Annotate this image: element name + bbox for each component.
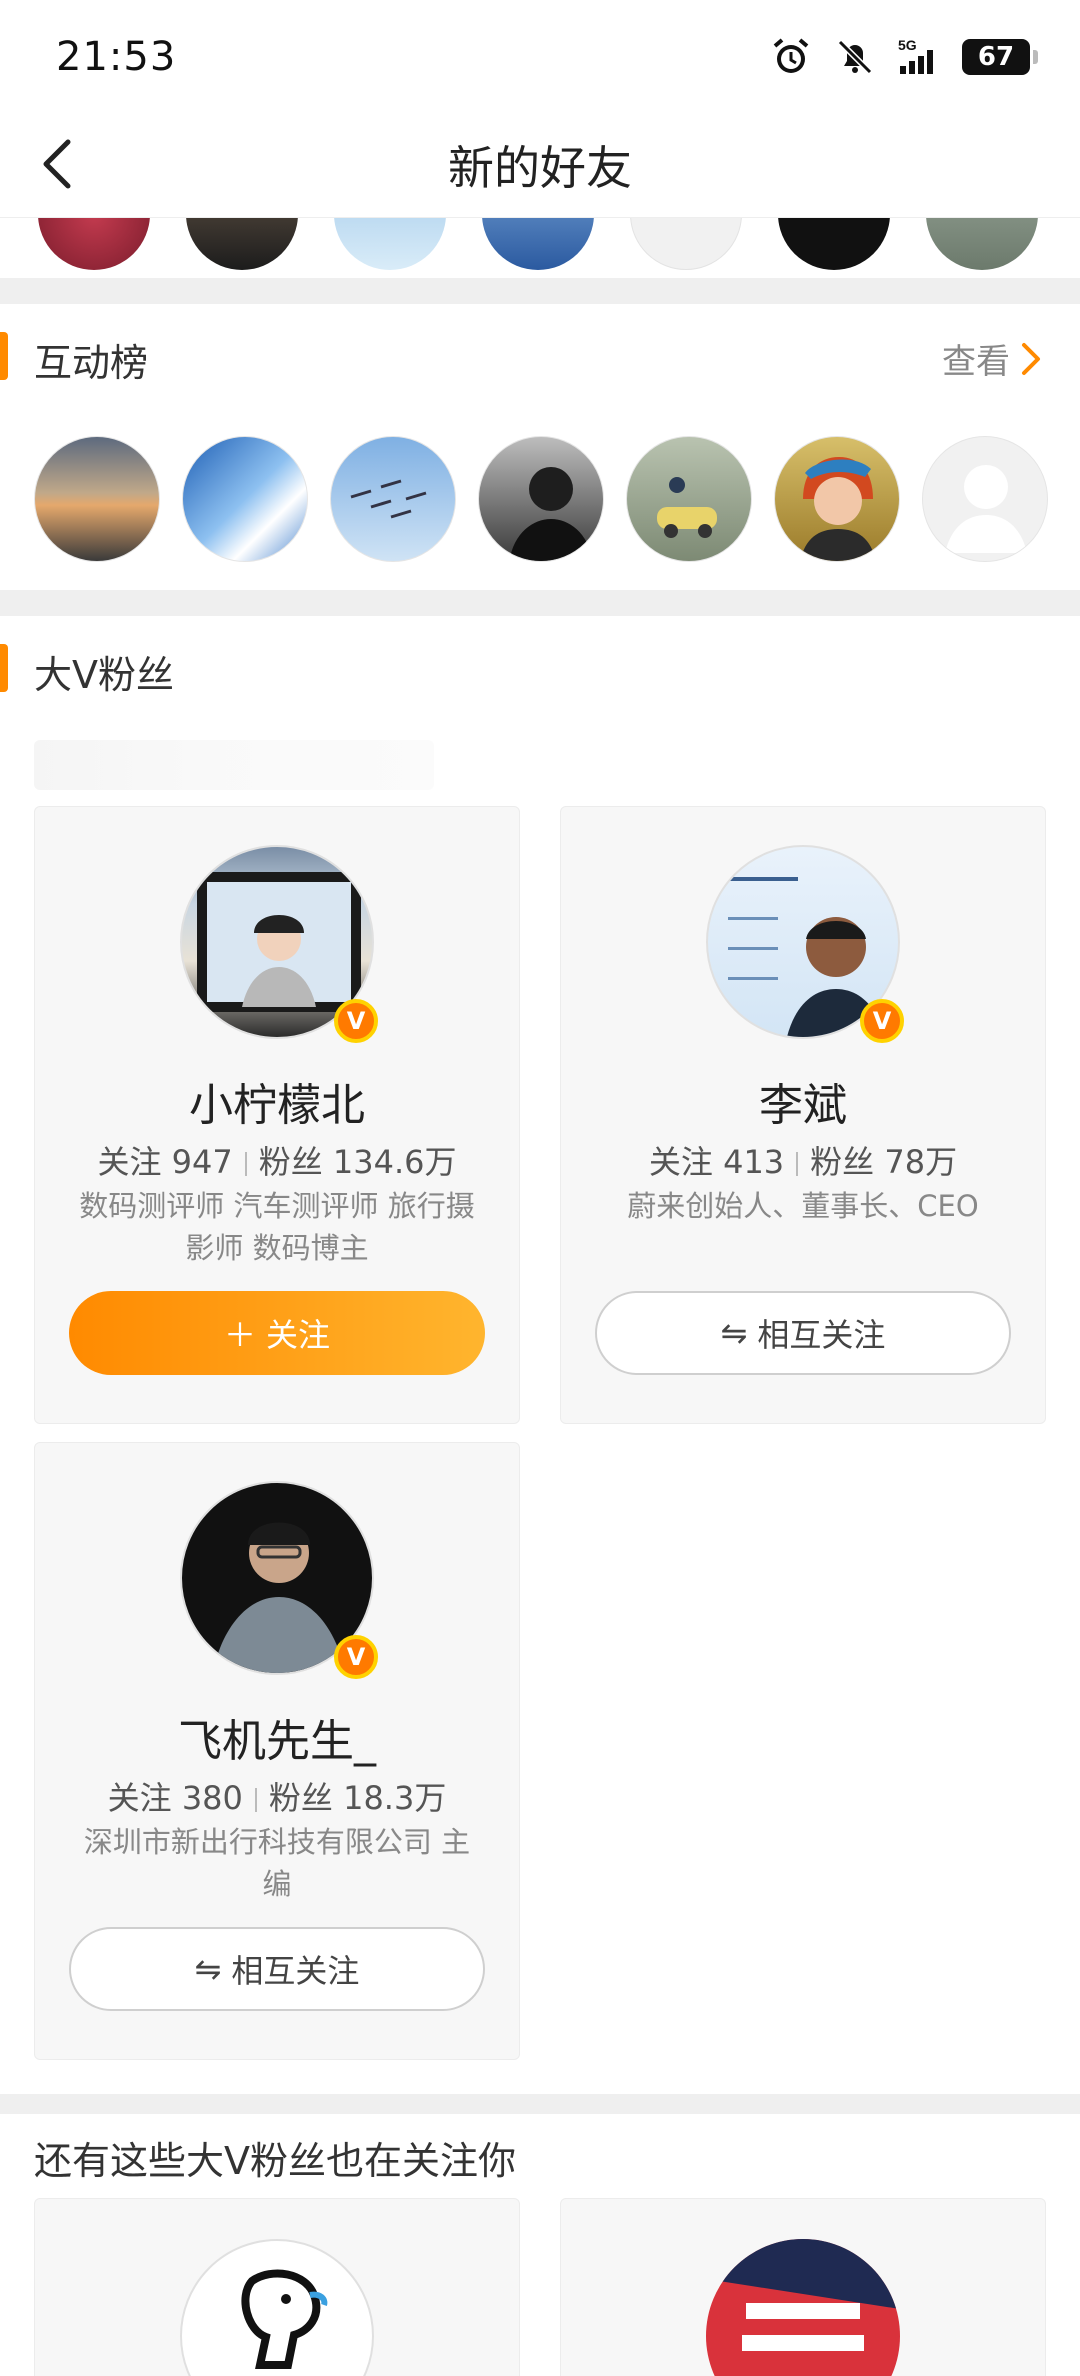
user-description: 深圳市新出行科技有限公司 主编 — [83, 1825, 471, 1901]
follow-count: 关注 413 — [648, 1143, 785, 1181]
mutual-follow-button[interactable]: ⇋ 相互关注 — [595, 1291, 1011, 1375]
avatar[interactable] — [180, 2239, 374, 2376]
stats-separator — [244, 1152, 247, 1176]
swap-arrows-icon: ⇋ — [194, 1950, 222, 1988]
interaction-ranking-avatars — [0, 436, 1080, 564]
cartoon-character — [800, 457, 876, 561]
user-name[interactable]: 李斌 — [561, 1069, 1045, 1133]
avatar[interactable] — [34, 436, 160, 562]
user-stats: 关注 413 粉丝 78万 — [561, 1137, 1045, 1183]
user-stats: 关注 380 粉丝 18.3万 — [35, 1773, 519, 1819]
default-user-icon — [945, 465, 1027, 553]
status-time: 21:53 — [56, 34, 177, 80]
more-fans-title: 还有这些大V粉丝也在关注你 — [34, 2139, 516, 2183]
user-description: 数码测评师 汽车测评师 旅行摄影师 数码博主 — [79, 1189, 475, 1265]
fan-card[interactable]: V 飞机先生_ 关注 380 粉丝 18.3万 深圳市新出行科技有限公司 主编 ⇋… — [34, 1442, 520, 2060]
section-divider — [0, 2094, 1080, 2114]
fan-card[interactable]: V 小柠檬北 关注 947 粉丝 134.6万 数码测评师 汽车测评师 旅行摄影师… — [34, 806, 520, 1424]
user-name[interactable]: 小柠檬北 — [35, 1069, 519, 1133]
avatar-wrapper: V — [180, 1481, 378, 1679]
mute-bell-icon — [837, 39, 873, 75]
follow-count: 关注 947 — [97, 1143, 233, 1181]
dog-logo-icon — [241, 2269, 328, 2369]
avatar[interactable] — [478, 436, 604, 562]
avatar[interactable] — [630, 218, 742, 270]
kicks-vision-logo-icon — [706, 2239, 900, 2351]
section-accent-bar — [0, 332, 8, 380]
section-accent-bar — [0, 644, 8, 692]
blurred-text — [34, 740, 434, 790]
fan-card[interactable] — [560, 2198, 1046, 2376]
section-title: 互动榜 — [34, 341, 149, 385]
fan-card[interactable]: V 李斌 关注 413 粉丝 78万 蔚来创始人、董事长、CEO ⇋ 相互关注 — [560, 806, 1046, 1424]
verified-v-badge: V — [334, 1635, 378, 1679]
car-illustration — [657, 477, 717, 538]
user-description: 蔚来创始人、董事长、CEO — [627, 1189, 979, 1223]
stats-separator — [254, 1788, 257, 1812]
section-divider — [0, 590, 1080, 616]
avatar-wrapper: V — [706, 845, 904, 1043]
section-title: 大V粉丝 — [34, 653, 174, 697]
see-more-label: 查看 — [942, 342, 1010, 382]
status-icons: 5G 67 — [770, 36, 1038, 78]
svg-text:5G: 5G — [898, 37, 917, 53]
verified-v-badge: V — [334, 999, 378, 1043]
avatar[interactable] — [774, 436, 900, 562]
nav-bar: 新的好友 — [0, 110, 1080, 218]
signal-5g-icon: 5G — [898, 37, 933, 74]
battery-icon: 67 — [962, 39, 1038, 75]
fans-count: 粉丝 134.6万 — [258, 1143, 457, 1181]
avatar-placeholder[interactable] — [922, 436, 1048, 562]
mutual-follow-label: 相互关注 — [757, 1316, 886, 1354]
alarm-icon — [773, 38, 809, 73]
fans-count: 粉丝 18.3万 — [268, 1779, 447, 1817]
avatar-wrapper: V — [180, 845, 378, 1043]
avatar[interactable] — [186, 218, 298, 270]
user-name[interactable]: 飞机先生_ — [35, 1705, 519, 1769]
big-v-fans-header: 大V粉丝 — [0, 626, 1080, 706]
avatar[interactable] — [38, 218, 150, 270]
follow-count: 关注 380 — [107, 1779, 243, 1817]
plus-icon: ＋ — [223, 1316, 256, 1354]
avatar[interactable] — [182, 436, 308, 562]
avatar[interactable] — [330, 436, 456, 562]
mutual-follow-button[interactable]: ⇋ 相互关注 — [69, 1927, 485, 2011]
fans-count: 粉丝 78万 — [810, 1143, 958, 1181]
user-stats: 关注 947 粉丝 134.6万 — [35, 1137, 519, 1183]
avatar[interactable] — [706, 2239, 900, 2376]
see-more-link[interactable]: 查看 — [942, 334, 1044, 383]
verified-v-badge: V — [860, 999, 904, 1043]
jets-illustration — [350, 479, 427, 519]
avatar-strip-partial — [0, 218, 1080, 278]
person-silhouette — [509, 467, 593, 561]
chevron-right-icon — [1022, 342, 1040, 375]
swap-arrows-icon: ⇋ — [720, 1314, 748, 1352]
follow-button-label: 关注 — [266, 1316, 331, 1354]
avatar[interactable] — [926, 218, 1038, 270]
avatar[interactable] — [334, 218, 446, 270]
avatar[interactable] — [778, 218, 890, 270]
page-title: 新的好友 — [448, 141, 632, 195]
interaction-ranking-header: 互动榜 查看 — [0, 314, 1080, 394]
mutual-follow-label: 相互关注 — [231, 1952, 360, 1990]
fan-card[interactable] — [34, 2198, 520, 2376]
avatar[interactable] — [482, 218, 594, 270]
status-bar: 21:53 5G 67 — [0, 0, 1080, 110]
stats-separator — [796, 1152, 799, 1176]
avatar[interactable] — [626, 436, 752, 562]
follow-button[interactable]: ＋ 关注 — [69, 1291, 485, 1375]
section-divider — [0, 278, 1080, 304]
